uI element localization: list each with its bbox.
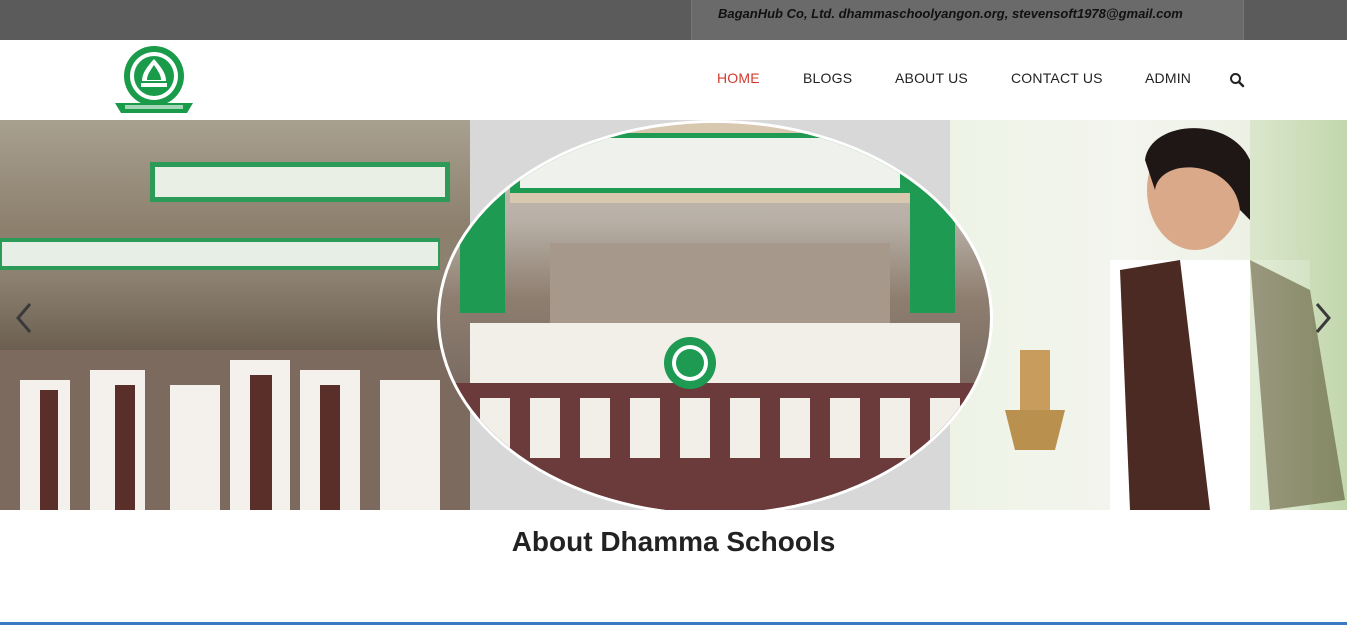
school-group-photo bbox=[437, 120, 993, 510]
chevron-left-icon bbox=[16, 303, 32, 333]
slider-next-button[interactable] bbox=[1313, 300, 1333, 336]
hero-slider bbox=[0, 120, 1347, 510]
students-outdoors-photo bbox=[0, 120, 470, 510]
about-section-title: About Dhamma Schools bbox=[511, 526, 836, 557]
site-logo[interactable] bbox=[111, 43, 197, 115]
nav-blogs[interactable]: BLOGS bbox=[803, 70, 852, 86]
search-icon[interactable] bbox=[1229, 72, 1245, 88]
site-header: HOME BLOGS ABOUT US CONTACT US ADMIN bbox=[0, 40, 1347, 121]
top-info-bar: BaganHub Co, Ltd. dhammaschoolyangon.org… bbox=[0, 0, 1347, 40]
slider-prev-button[interactable] bbox=[14, 300, 34, 336]
teacher-with-bell-photo bbox=[950, 120, 1347, 510]
contact-info-text: BaganHub Co, Ltd. dhammaschoolyangon.org… bbox=[718, 6, 1183, 21]
dhamma-school-logo-icon bbox=[115, 46, 193, 113]
nav-about-us[interactable]: ABOUT US bbox=[895, 70, 968, 86]
nav-admin[interactable]: ADMIN bbox=[1145, 70, 1191, 86]
nav-home[interactable]: HOME bbox=[717, 70, 760, 86]
contact-info-box: BaganHub Co, Ltd. dhammaschoolyangon.org… bbox=[691, 0, 1244, 40]
nav-contact-us[interactable]: CONTACT US bbox=[1011, 70, 1103, 86]
chevron-right-icon bbox=[1315, 303, 1331, 333]
